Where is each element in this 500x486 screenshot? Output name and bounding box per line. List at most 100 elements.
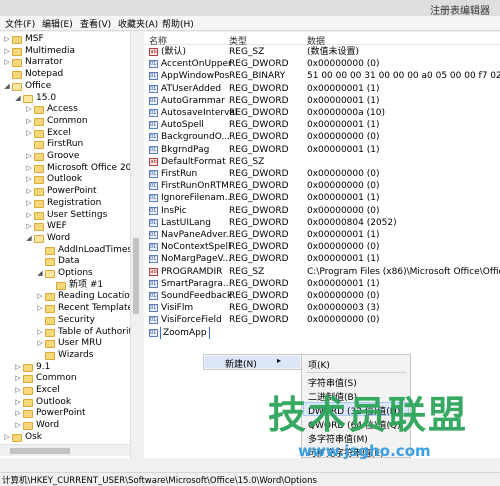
expand-arrow-icon[interactable]: ▷ — [3, 46, 11, 58]
value-row[interactable]: 011FirstRunOnRTMREG_DWORD 0x00000000 (0) — [144, 180, 500, 192]
value-row[interactable]: 011SoundFeedbackREG_DWORD 0x00000000 (0) — [144, 290, 500, 302]
tree-item[interactable]: ◢ Office — [0, 81, 130, 93]
tree-item[interactable]: ▷ Registration — [0, 198, 130, 210]
tree-item[interactable]: ▷ Excel — [0, 128, 130, 140]
tree-vertical-scrollbar[interactable] — [130, 32, 140, 458]
value-row[interactable]: 011BackgroundO...REG_DWORD 0x00000000 (0) — [144, 131, 500, 143]
tree-item[interactable]: ▷ Common — [0, 116, 130, 128]
expand-arrow-icon[interactable]: ▷ — [14, 385, 22, 397]
expand-arrow-icon[interactable]: ▷ — [3, 432, 11, 444]
value-row[interactable]: 011BkgrndPag REG_DWORD 0x00000001 (1) — [144, 144, 500, 156]
tree-item[interactable]: ▷ MSF — [0, 34, 130, 46]
expand-arrow-icon[interactable]: ▷ — [36, 327, 44, 339]
collapse-arrow-icon[interactable]: ◢ — [14, 93, 22, 105]
value-row[interactable]: 011AccentOnUpperREG_DWORD 0x00000000 (0) — [144, 58, 500, 70]
tree-item[interactable]: ▷ Excel — [0, 385, 130, 397]
tree-item[interactable]: ▷ User Settings — [0, 210, 130, 222]
tree-item[interactable]: ▷ Reading Location — [0, 291, 135, 303]
tree-item[interactable]: ◢ Word — [0, 233, 130, 245]
tree-item[interactable]: ▷ Outlook — [0, 397, 130, 409]
menu-file[interactable]: 文件(F) — [5, 17, 35, 30]
tree-item[interactable]: ▷ Narrator — [0, 57, 130, 69]
expand-arrow-icon[interactable]: ▷ — [25, 104, 33, 116]
tree-item[interactable]: ▷ Common — [0, 373, 130, 385]
expand-arrow-icon[interactable]: ▷ — [25, 198, 33, 210]
expand-arrow-icon[interactable]: ▷ — [14, 397, 22, 409]
expand-arrow-icon[interactable]: ▷ — [25, 221, 33, 233]
tree-item[interactable]: ▷ Multimedia — [0, 46, 130, 58]
tree-item[interactable]: ▷ Microsoft Office 201 — [0, 163, 137, 175]
value-row[interactable]: 011ZoomApp — [144, 326, 500, 339]
tree-item[interactable]: ▷ 9.1 — [0, 362, 130, 374]
tree-item[interactable]: ▷ Table of Authoriti — [0, 327, 135, 339]
submenu-item-qword[interactable]: QWORD (64 位)值(Q) — [308, 418, 401, 431]
registry-tree[interactable]: ▷ MSF ▷ Multimedia ▷ Narrator Notepad ◢ Office ◢ 1… — [0, 32, 140, 458]
value-row[interactable]: 011AutoGrammar REG_DWORD 0x00000001 (1) — [144, 95, 500, 107]
value-row[interactable]: 011IgnoreFilenam...REG_DWORD 0x00000001 (… — [144, 192, 500, 204]
submenu-item-binary[interactable]: 二进制值(B) — [308, 390, 357, 403]
value-row[interactable]: 011AutosaveIntervalREG_DWORD 0x0000000a (… — [144, 107, 500, 119]
expand-arrow-icon[interactable]: ▷ — [14, 362, 22, 374]
menu-favorites[interactable]: 收藏夹(A) — [118, 17, 158, 30]
value-row[interactable]: 011VisiFlm REG_DWORD 0x00000003 (3) — [144, 302, 500, 314]
tree-item[interactable]: ▷ Recent Templates — [0, 303, 138, 315]
scroll-thumb[interactable] — [133, 238, 139, 314]
tree-item[interactable]: ▷ Outlook — [0, 174, 130, 186]
tree-item[interactable]: ▷ WEF — [0, 221, 130, 233]
tree-item[interactable]: Data — [0, 256, 130, 268]
value-row[interactable]: 011FirstRun REG_DWORD 0x00000000 (0) — [144, 168, 500, 180]
submenu-item-multistring[interactable]: 多字符串值(M) — [308, 432, 368, 445]
tree-item[interactable]: ▷ Word — [0, 420, 130, 432]
expand-arrow-icon[interactable]: ▷ — [14, 373, 22, 385]
tree-item[interactable]: ◢ 15.0 — [0, 93, 130, 105]
collapse-arrow-icon[interactable]: ◢ — [3, 81, 11, 93]
submenu-item-dword[interactable]: DWORD (32 位)值(D) — [308, 404, 400, 417]
expand-arrow-icon[interactable]: ▷ — [25, 116, 33, 128]
submenu-item-key[interactable]: 项(K) — [308, 358, 330, 371]
menu-help[interactable]: 帮助(H) — [162, 17, 194, 30]
expand-arrow-icon[interactable]: ▷ — [14, 408, 22, 420]
submenu-item-string[interactable]: 字符串值(S) — [308, 376, 357, 389]
expand-arrow-icon[interactable]: ▷ — [3, 57, 11, 69]
value-row[interactable]: ab (默认) REG_SZ (数值未设置) — [144, 46, 500, 58]
value-row[interactable]: 011NavPaneAdver...REG_DWORD 0x00000001 (1… — [144, 229, 500, 241]
expand-arrow-icon[interactable]: ▷ — [25, 210, 33, 222]
collapse-arrow-icon[interactable]: ◢ — [36, 268, 44, 280]
tree-item[interactable]: ▷ Groove — [0, 151, 130, 163]
collapse-arrow-icon[interactable]: ◢ — [25, 233, 33, 245]
tree-item[interactable]: FirstRun — [0, 139, 130, 151]
expand-arrow-icon[interactable]: ▷ — [25, 151, 33, 163]
tree-item[interactable]: Notepad — [0, 69, 130, 81]
tree-item[interactable]: ▷ PowerPoint — [0, 408, 130, 420]
tree-item[interactable]: ◢ Options — [0, 268, 130, 280]
tree-item[interactable]: ▷ PowerPoint — [0, 186, 130, 198]
value-row[interactable]: 011ATUserAdded REG_DWORD 0x00000001 (1) — [144, 83, 500, 95]
tree-item[interactable]: AddInLoadTimes — [0, 245, 132, 257]
expand-arrow-icon[interactable]: ▷ — [36, 291, 44, 303]
value-row[interactable]: 011NoContextSpellREG_DWORD 0x00000000 (0) — [144, 241, 500, 253]
value-row[interactable]: 011VisiForceField REG_DWORD 0x00000000 (0) — [144, 314, 500, 326]
expand-arrow-icon[interactable]: ▷ — [3, 34, 11, 46]
tree-item[interactable]: 新项 #1 — [0, 280, 130, 292]
expand-arrow-icon[interactable]: ▷ — [36, 303, 44, 315]
value-row[interactable]: 011NoMargPageV...REG_DWORD 0x00000001 (1) — [144, 253, 500, 265]
expand-arrow-icon[interactable]: ▷ — [14, 420, 22, 432]
tree-item[interactable]: Wizards — [0, 350, 130, 362]
context-menu-new[interactable]: 新建(N) — [225, 357, 257, 370]
menu-edit[interactable]: 编辑(E) — [42, 17, 73, 30]
value-row[interactable]: 011AppWindowPosREG_BINARY 51 00 00 00 31 … — [144, 70, 500, 82]
tree-horizontal-scrollbar[interactable] — [0, 444, 130, 456]
value-name-edit-field[interactable]: ZoomApp — [160, 326, 210, 339]
value-row[interactable]: 011AutoSpell REG_DWORD 0x00000001 (1) — [144, 119, 500, 131]
tree-item[interactable]: ▷ Osk — [0, 432, 130, 444]
tree-item[interactable]: ▷ User MRU — [0, 338, 130, 350]
tree-item[interactable]: Security — [0, 315, 130, 327]
submenu-item-expandstring[interactable]: 可扩充字符串值(E) — [308, 446, 384, 457]
expand-arrow-icon[interactable]: ▷ — [25, 128, 33, 140]
value-row[interactable]: ab PROGRAMDIR REG_SZ C:\Program Files (x86)… — [144, 266, 500, 278]
expand-arrow-icon[interactable]: ▷ — [25, 163, 33, 175]
value-row[interactable]: 011SmartParagra...REG_DWORD 0x00000001 (1… — [144, 278, 500, 290]
value-row[interactable]: 011InsPic REG_DWORD 0x00000000 (0) — [144, 205, 500, 217]
tree-item[interactable]: ▷ Access — [0, 104, 130, 116]
value-row[interactable]: ab DefaultFormat REG_SZ — [144, 156, 500, 168]
